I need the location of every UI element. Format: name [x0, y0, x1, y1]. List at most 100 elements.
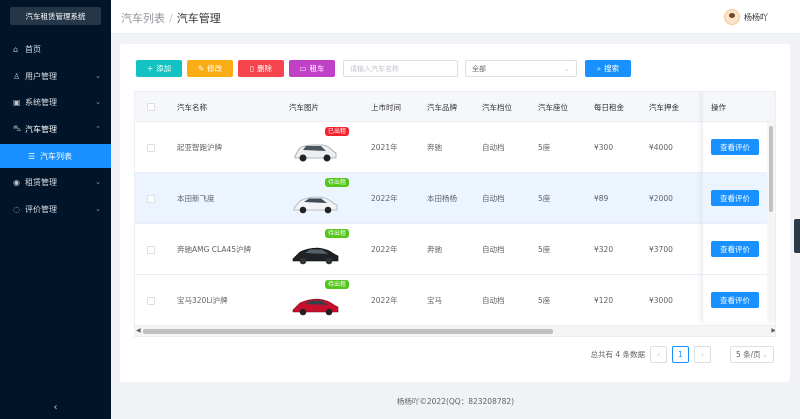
chevron-down-icon: ⌄: [761, 350, 768, 359]
gear: 自动档: [482, 194, 505, 203]
total-count: 总共有 4 条数据: [590, 350, 645, 359]
horizontal-scrollbar[interactable]: ◀ ▶: [135, 326, 775, 336]
sidebar-item-reviews[interactable]: ◌ 评价管理 ⌄: [0, 197, 111, 221]
next-page-button[interactable]: ›: [694, 346, 711, 363]
page-size-select[interactable]: 5 条/页 ⌄: [730, 346, 774, 363]
sidebar-item-label: 汽车管理: [25, 124, 57, 134]
sidebar-item-users[interactable]: ♙ 用户管理 ⌄: [0, 64, 111, 88]
table-header: 汽车名称 汽车图片 上市时间 汽车品牌 汽车档位 汽车座位 每日租金 汽车押金 …: [135, 92, 775, 122]
sidebar-item-label: 汽车列表: [40, 151, 72, 161]
sidebar-item-label: 评价管理: [25, 204, 57, 214]
brand: 宝马: [427, 296, 442, 305]
deposit: ¥3700: [649, 245, 673, 254]
row-checkbox-cell: [147, 173, 155, 224]
rent-button[interactable]: ▭ 租车: [289, 60, 335, 77]
add-button[interactable]: + 添加: [136, 60, 182, 77]
select-all-checkbox[interactable]: [147, 103, 155, 111]
list-icon: ☰: [28, 151, 36, 161]
breadcrumb-separator: /: [169, 12, 173, 25]
edit-button[interactable]: ✎ 修改: [187, 60, 233, 77]
gear: 自动档: [482, 296, 505, 305]
table-row[interactable]: 起亚智跑沪牌 已出租 2021年 奔驰 自动档 5座 ¥300 ¥4000 查看…: [135, 122, 775, 173]
car-image: [292, 247, 339, 265]
collapse-sidebar-button[interactable]: ‹: [0, 395, 111, 419]
sidebar: 汽车租赁管理系统 ⌂ 首页 ♙ 用户管理 ⌄ ▣ 系统管理 ⌄ ⛍ 汽车管理 ⌃…: [0, 0, 111, 419]
vertical-scrollbar[interactable]: [767, 122, 775, 322]
breadcrumb-item[interactable]: 汽车列表: [121, 12, 165, 25]
prev-page-button[interactable]: ‹: [650, 346, 667, 363]
row-checkbox[interactable]: [147, 296, 155, 305]
fixed-action-column: [702, 92, 775, 322]
search-icon: ⌕: [596, 63, 602, 73]
edit-icon: ✎: [197, 64, 205, 73]
seats: 5座: [538, 245, 551, 254]
add-button-label: 添加: [156, 64, 172, 73]
brand: 本田杨杨: [427, 194, 457, 203]
car-name-search-input[interactable]: [343, 60, 458, 77]
chevron-up-icon: ⌃: [95, 125, 101, 133]
car-image: [293, 196, 338, 214]
car-image-cell: 待出租: [289, 224, 359, 275]
scrollbar-thumb[interactable]: [143, 329, 553, 334]
gear: 自动档: [482, 143, 505, 152]
brand: 奔驰: [427, 245, 442, 254]
chevron-left-icon: ‹: [53, 401, 58, 413]
sidebar-item-rentals[interactable]: ◉ 租赁管理 ⌄: [0, 170, 111, 194]
row-checkbox[interactable]: [147, 194, 155, 203]
chevron-right-icon: ›: [701, 350, 704, 359]
column-header: 汽车座位: [538, 102, 568, 112]
page-size-value: 5 条/页: [736, 350, 761, 359]
status-badge: 待出租: [325, 178, 350, 187]
page-number[interactable]: 1: [672, 346, 689, 363]
plus-icon: +: [146, 64, 154, 73]
daily-rent: ¥300: [594, 143, 614, 152]
sidebar-item-cars[interactable]: ⛍ 汽车管理 ⌃: [0, 117, 111, 141]
delete-button-label: 删除: [257, 64, 273, 73]
launch-year: 2021年: [371, 143, 398, 152]
launch-year: 2022年: [371, 296, 398, 305]
rent-icon: ◉: [13, 177, 20, 187]
column-header: 汽车名称: [177, 102, 207, 112]
status-filter-select[interactable]: 全部 ⌄: [465, 60, 577, 77]
seats: 5座: [538, 143, 551, 152]
sidebar-item-system[interactable]: ▣ 系统管理 ⌄: [0, 90, 111, 114]
avatar: [724, 9, 740, 25]
row-checkbox[interactable]: [147, 143, 155, 152]
car-name: 本田新飞度: [177, 194, 215, 203]
settings-icon: ▣: [13, 97, 21, 107]
row-checkbox[interactable]: [147, 245, 155, 254]
scroll-left-icon[interactable]: ◀: [136, 327, 141, 334]
car-name: 奔驰AMG CLA45沪牌: [177, 245, 252, 254]
pagination: 总共有 4 条数据 ‹ 1 › 5 条/页 ⌄: [590, 346, 774, 363]
row-checkbox-cell: [147, 224, 155, 275]
deposit: ¥4000: [649, 143, 673, 152]
table-row[interactable]: 本田新飞度 待出租 2022年 本田杨杨 自动档 5座 ¥89 ¥2000 查看…: [135, 173, 775, 224]
user-menu[interactable]: 杨杨吖: [724, 9, 768, 25]
sidebar-item-home[interactable]: ⌂ 首页: [0, 37, 111, 61]
home-icon: ⌂: [13, 44, 19, 54]
chevron-down-icon: ⌄: [95, 98, 101, 106]
table-row[interactable]: 奔驰AMG CLA45沪牌 待出租 2022年 奔驰 自动档 5座 ¥320 ¥…: [135, 224, 775, 275]
breadcrumb: 汽车列表 / 汽车管理: [121, 10, 221, 26]
scrollbar-thumb[interactable]: [769, 126, 773, 212]
rent-button-label: 租车: [309, 64, 325, 73]
table-row[interactable]: 宝马320Li沪牌 待出租 2022年 宝马 自动档 5座 ¥120 ¥3000…: [135, 275, 775, 326]
search-button[interactable]: ⌕ 搜索: [585, 60, 631, 77]
app-logo: 汽车租赁管理系统: [10, 7, 101, 25]
sidebar-item-label: 系统管理: [25, 97, 57, 107]
header: 汽车列表 / 汽车管理 杨杨吖: [111, 0, 800, 34]
row-checkbox-cell: [147, 122, 155, 173]
side-drawer-handle[interactable]: [794, 219, 800, 253]
sidebar-item-label: 首页: [25, 44, 41, 54]
chevron-down-icon: ⌄: [95, 205, 101, 213]
delete-button[interactable]: ▯ 删除: [238, 60, 284, 77]
sidebar-item-car-list[interactable]: ☰ 汽车列表: [0, 144, 111, 168]
seats: 5座: [538, 296, 551, 305]
scroll-right-icon[interactable]: ▶: [771, 327, 775, 334]
car-name: 宝马320Li沪牌: [177, 296, 228, 305]
chevron-down-icon: ⌄: [95, 178, 101, 186]
edit-button-label: 修改: [207, 64, 223, 73]
launch-year: 2022年: [371, 194, 398, 203]
status-badge: 待出租: [325, 280, 350, 289]
car-table: 汽车名称 汽车图片 上市时间 汽车品牌 汽车档位 汽车座位 每日租金 汽车押金 …: [134, 91, 776, 337]
